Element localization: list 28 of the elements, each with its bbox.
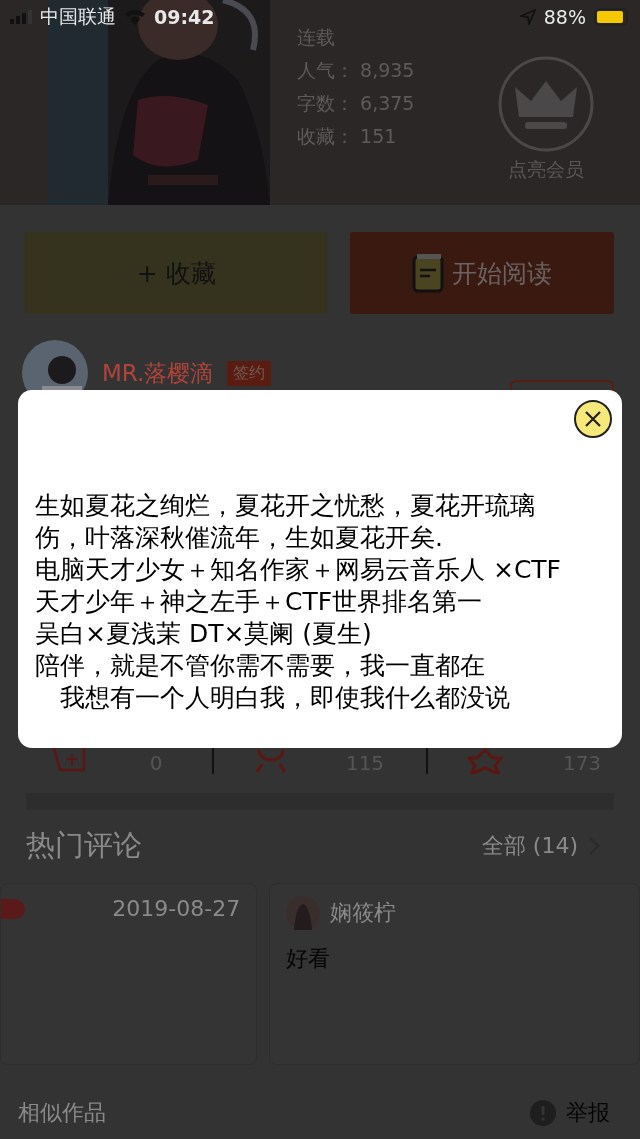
author-name[interactable]: MR.落樱滴: [102, 357, 214, 389]
intro-line: 电脑天才少女＋知名作家＋网易云音乐人 ×CTF: [35, 554, 562, 586]
intro-line: 吴白×夏浅茉 DT×莫阑 (夏生): [35, 618, 373, 650]
start-reading-button[interactable]: 开始阅读: [350, 232, 614, 314]
intro-line: 天才少年＋神之左手＋CTF世界排名第一: [35, 586, 484, 618]
signal-icon: [10, 10, 32, 24]
signed-badge: 签约: [227, 360, 272, 386]
carrier-name: 中国联通: [40, 4, 116, 29]
close-icon: [584, 410, 602, 428]
all-comments-link[interactable]: 全部 (14): [481, 831, 578, 861]
battery-percent: 88%: [543, 6, 586, 28]
intro-line: 陪伴，就是不管你需不需要，我一直都在: [35, 650, 486, 682]
rosette-icon: [466, 748, 503, 774]
clock-time: 09:42: [154, 6, 215, 28]
crown-icon[interactable]: [497, 55, 595, 153]
comment-card[interactable]: 2019-08-27: [0, 883, 258, 1065]
intro-line: 我想有一个人明白我，即使我什么都没说: [59, 682, 511, 714]
section-title: 相似作品: [18, 1099, 106, 1127]
battery-icon: [594, 8, 630, 26]
close-button[interactable]: [574, 400, 612, 438]
intro-text: 生如夏花之绚烂，夏花开之忧愁，夏花开琉璃伤，叶落深秋催流年，生如夏花开矣.: [35, 490, 536, 554]
section-title: 热门评论: [26, 827, 142, 864]
wifi-icon: [124, 9, 146, 25]
comment-date: 2019-08-27: [112, 896, 241, 921]
location-icon: [519, 9, 536, 25]
user-avatar: [286, 896, 321, 930]
comment-user[interactable]: 娴筱柠: [330, 898, 397, 928]
book-icon: [412, 253, 445, 293]
